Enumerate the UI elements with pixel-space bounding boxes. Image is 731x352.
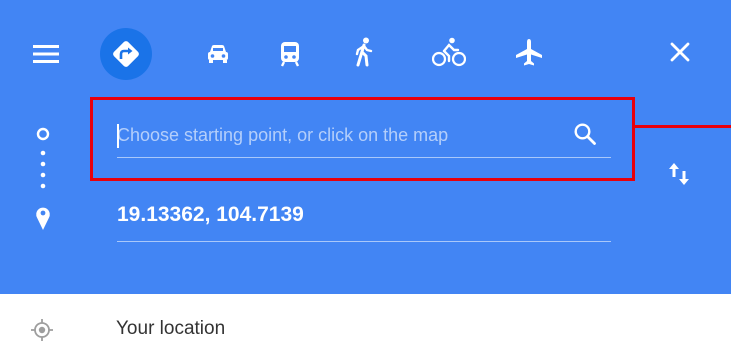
destination-field[interactable]: 19.13362, 104.7139 [117, 198, 611, 242]
route-indicator [36, 127, 50, 230]
travel-mode-bar [0, 0, 731, 100]
menu-button[interactable] [22, 30, 70, 78]
mode-walking-button[interactable] [340, 28, 388, 76]
walk-icon [355, 37, 373, 67]
directions-icon [113, 41, 139, 67]
suggestion-label: Your location [116, 318, 226, 339]
swap-start-destination-button[interactable] [655, 150, 703, 198]
menu-icon [33, 45, 59, 63]
close-button[interactable] [656, 28, 704, 76]
location-target-icon [31, 319, 53, 341]
train-icon [280, 42, 300, 67]
close-icon [670, 42, 690, 62]
airplane-icon [516, 39, 542, 66]
mode-transit-button[interactable] [266, 30, 314, 78]
mode-flights-button[interactable] [505, 28, 553, 76]
mode-best-route-button[interactable] [100, 28, 152, 80]
destination-pin-icon [36, 207, 50, 230]
swap-icon [669, 163, 689, 185]
destination-value[interactable]: 19.13362, 104.7139 [117, 203, 304, 227]
mode-driving-button[interactable] [194, 30, 242, 78]
mode-cycling-button[interactable] [425, 28, 473, 76]
callout-line [635, 125, 731, 128]
start-point-icon [36, 127, 50, 141]
car-icon [208, 45, 228, 63]
bike-icon [432, 37, 466, 67]
highlight-box [90, 97, 635, 181]
